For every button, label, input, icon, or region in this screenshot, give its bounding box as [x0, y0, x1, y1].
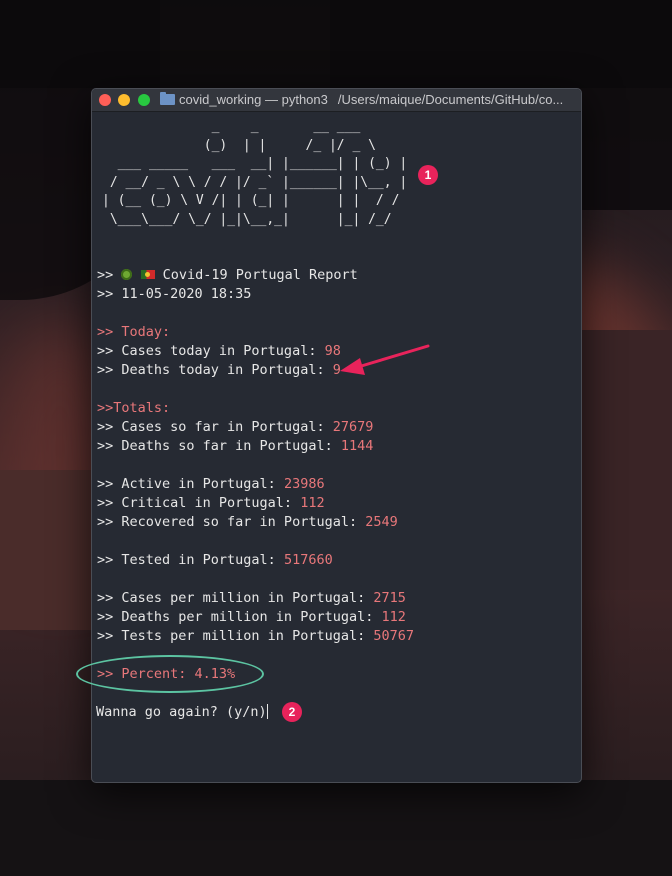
annotation-arrow — [340, 344, 430, 375]
